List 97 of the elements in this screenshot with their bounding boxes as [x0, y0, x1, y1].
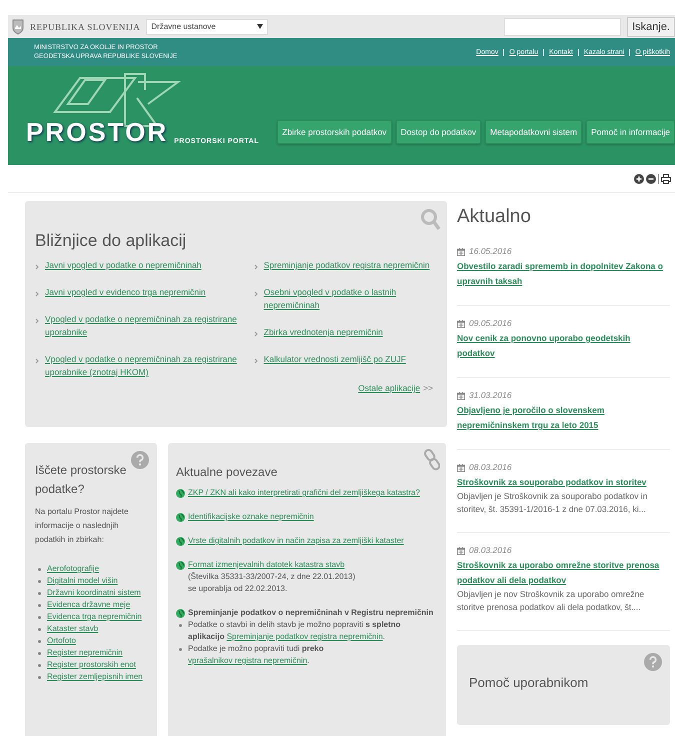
card-title: Pomoč uporabnikom: [469, 675, 590, 690]
inline-link[interactable]: Spreminjanje podatkov registra nepremičnin: [226, 632, 383, 641]
calendar-icon: [457, 392, 465, 400]
news-date: 08.03.2016: [469, 461, 512, 474]
more-apps-link[interactable]: Ostale aplikacije: [358, 383, 420, 393]
app-link[interactable]: Javni vpogled v evidenco trga nepremičnin: [45, 286, 206, 299]
bullet-icon: [38, 676, 41, 678]
globe-icon: [176, 512, 185, 522]
calendar-icon: [457, 464, 465, 472]
inline-link[interactable]: vprašalnikov registra nepremičnin: [188, 656, 308, 665]
resource-link[interactable]: Identifikacijske oznake nepremičnin: [188, 511, 314, 523]
globe-icon: [176, 536, 185, 546]
bullet-icon: [179, 648, 182, 651]
globe-icon: [176, 560, 185, 570]
bullet-icon: [38, 652, 41, 654]
data-link[interactable]: Ortofoto: [47, 635, 76, 647]
app-link[interactable]: Vpogled v podatke o nepremičninah za registrirane uporabnike (znotraj HKOM): [45, 353, 246, 379]
bullet-icon: [38, 592, 41, 594]
chevron-icon: [35, 264, 39, 270]
data-link[interactable]: Register nepremičnin: [47, 647, 123, 659]
chevron-icon: [254, 264, 258, 270]
data-link[interactable]: Aerofotografije: [47, 563, 100, 575]
bullet-icon: [38, 580, 41, 582]
chevron-icon: [35, 318, 39, 324]
card-title: Iščete prostorske podatke?: [35, 462, 128, 498]
data-link[interactable]: Register zemljepisnih imen: [47, 671, 143, 683]
resource-link[interactable]: Format izmenjevalnih datotek katastra stavb: [188, 559, 345, 571]
news-title: Aktualno: [457, 206, 532, 228]
calendar-icon: [457, 320, 465, 328]
chevron-icon: [254, 331, 258, 337]
search-button[interactable]: Iskanje.: [627, 16, 675, 36]
chevron-icon: [254, 358, 258, 364]
caret-icon: [257, 24, 264, 29]
search-field[interactable]: [504, 18, 622, 36]
globe-icon: [176, 608, 185, 618]
news-link[interactable]: Obvestilo zaradi sprememb in dopolnitev Zakona o upravnih taksah: [457, 259, 670, 289]
resource-link[interactable]: ZKP / ZKN ali kako interpretirati grafični del zemljiškega katastra?: [188, 487, 420, 499]
bullet-text: Podatke o stavbi in delih stavb je možno popraviti s spletno aplikacijo Spreminjanje podatkov registra nepremičnin.: [188, 619, 402, 643]
print-icon[interactable]: [661, 174, 671, 184]
link-note: (Številka 35331-33/2007-24, z dne 22.01.2013): [187, 571, 356, 583]
news-link[interactable]: Stroškovnik za souporabo podatkov in storitev: [457, 475, 670, 490]
news-link[interactable]: Nov cenik za ponovno uporabo geodetskih podatkov: [457, 331, 670, 361]
calendar-icon: [457, 248, 465, 256]
app-link[interactable]: Vpogled v podatke o nepremičninah za registrirane uporabnike: [45, 313, 246, 339]
calendar-icon: [457, 546, 465, 554]
app-link[interactable]: Spreminjanje podatkov registra nepremičnin: [264, 259, 430, 272]
card-title: Bližnjice do aplikacij: [35, 231, 188, 251]
news-date: 09.05.2016: [469, 317, 512, 330]
data-link[interactable]: Register prostorskih enot: [47, 659, 136, 671]
nav-button[interactable]: Pomoč in informacije: [586, 120, 675, 144]
bullet-icon: [179, 624, 182, 627]
bullet-icon: [38, 616, 41, 618]
news-date: 31.03.2016: [469, 389, 512, 402]
data-link[interactable]: Državni koordinatni sistem: [47, 587, 141, 599]
news-date: 08.03.2016: [469, 544, 512, 557]
chain-link-icon: [424, 449, 440, 471]
nav-button[interactable]: Metapodatkovni sistem: [485, 120, 582, 144]
app-link[interactable]: Javni vpogled v podatke o nepremičninah: [45, 259, 202, 272]
link-note: se uporablja od 22.02.2013.: [187, 583, 288, 595]
news-link[interactable]: Stroškovnik za uporabo omrežne storitve prenosa podatkov ali dela podatkov: [457, 558, 670, 588]
institution-select[interactable]: Državne ustanove: [146, 18, 268, 34]
globe-icon: [176, 488, 185, 498]
nav-button[interactable]: Dostop do podatkov: [396, 120, 482, 144]
data-link[interactable]: Digitalni model višin: [47, 575, 118, 587]
chevron-icon: [35, 291, 39, 297]
logo-text: PROSTOR: [26, 117, 168, 148]
card-intro: Na portalu Prostor najdete informacije o naslednjih podatkih in zbirkah:: [35, 506, 130, 546]
card-title: Aktualne povezave: [176, 465, 278, 479]
resource-link[interactable]: Vrste digitalnih podatkov in način zapisa za zemljiški kataster: [188, 535, 404, 547]
section-heading: Spreminjanje podatkov o nepremičninah v Registru nepremičnin: [188, 607, 434, 619]
bullet-icon: [38, 664, 41, 666]
news-link[interactable]: Objavljeno je poročilo o slovenskem nepremičninskem trgu za leto 2015: [457, 403, 670, 433]
nav-button[interactable]: Zbirke prostorskih podatkov: [277, 120, 392, 144]
chevron-icon: [35, 358, 39, 364]
news-summary: Objavljen je Stroškovnik za souporabo podatkov in storitev, št. 35391-1/2016-1 z dne 07.03.2016, ki...: [457, 490, 648, 516]
more-arrows: >>: [423, 383, 433, 393]
data-link[interactable]: Evidenca trga nepremičnin: [47, 611, 142, 623]
data-link[interactable]: Kataster stavb: [47, 623, 98, 635]
bullet-text: Podatke je možno popraviti tudi preko vprašalnikov registra nepremičnin.: [188, 643, 325, 667]
zoom-out-icon[interactable]: [646, 174, 656, 184]
app-link[interactable]: Osebni vpogled v podatke o lastnih nepremičninah: [264, 286, 437, 312]
search-icon: [421, 209, 441, 231]
help-icon: [131, 451, 149, 469]
bullet-icon: [38, 628, 41, 630]
help-icon: [644, 653, 662, 671]
news-date: 16.05.2016: [469, 245, 512, 258]
coat-of-arms-icon: [12, 18, 24, 34]
bullet-icon: [38, 640, 41, 642]
chevron-icon: [254, 291, 258, 297]
app-link[interactable]: Kalkulator vrednosti zemljišč po ZUJF: [264, 353, 406, 366]
bullet-icon: [38, 604, 41, 606]
zoom-in-icon[interactable]: [634, 174, 644, 184]
news-summary: Objavljen je nov Stroškovnik za uporabo omrežne storitve prenosa podatkov ali dela podatkov, št....: [457, 588, 646, 614]
country-name: REPUBLIKA SLOVENIJA: [30, 22, 140, 32]
data-link[interactable]: Evidenca državne meje: [47, 599, 130, 611]
app-link[interactable]: Zbirka vrednotenja nepremičnin: [264, 326, 383, 339]
bullet-icon: [38, 568, 41, 570]
